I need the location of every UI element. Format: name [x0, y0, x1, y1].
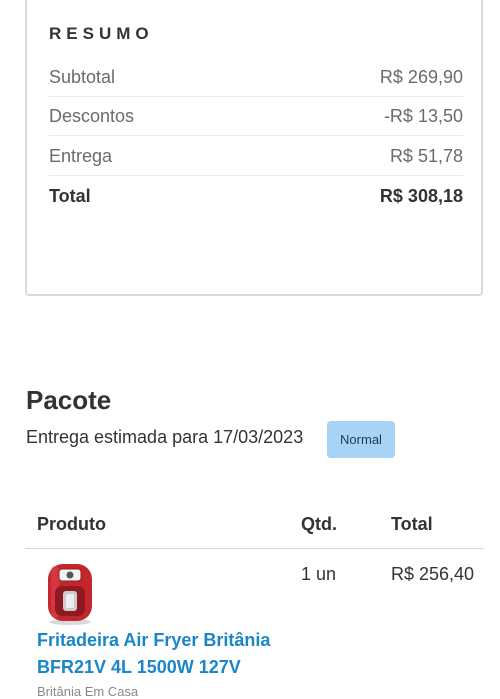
delivery-estimate: Entrega estimada para 17/03/2023 — [26, 427, 304, 447]
summary-value: -R$ 13,50 — [383, 105, 463, 126]
item-qty: 1 un — [301, 564, 337, 584]
summary-label: Subtotal — [49, 66, 116, 87]
summary-row-subtotal: Subtotal R$ 269,90 — [49, 58, 463, 97]
summary-heading: RESUMO — [49, 24, 154, 43]
column-header-total: Total — [391, 514, 433, 534]
item-total: R$ 256,40 — [391, 564, 475, 584]
summary-label: Total — [49, 185, 91, 206]
summary-value: R$ 269,90 — [379, 66, 463, 87]
summary-label: Descontos — [49, 105, 135, 126]
summary-row-delivery: Entrega R$ 51,78 — [49, 137, 463, 176]
summary-row-total: Total R$ 308,18 — [49, 177, 463, 215]
summary-value: R$ 51,78 — [389, 145, 463, 166]
column-header-qty: Qtd. — [301, 514, 337, 534]
air-fryer-image[interactable] — [42, 561, 98, 625]
summary-row-discounts: Descontos -R$ 13,50 — [49, 97, 463, 136]
product-name-link[interactable]: Fritadeira Air Fryer Britânia BFR21V 4L … — [37, 627, 297, 681]
package-title: Pacote — [26, 385, 112, 415]
summary-card: RESUMO Subtotal R$ 269,90 Descontos -R$ … — [25, 0, 483, 296]
summary-value: R$ 308,18 — [379, 185, 463, 206]
summary-label: Entrega — [49, 145, 113, 166]
shipping-type-badge: Normal — [327, 421, 395, 458]
column-header-product: Produto — [37, 514, 106, 534]
table-divider — [25, 548, 484, 549]
